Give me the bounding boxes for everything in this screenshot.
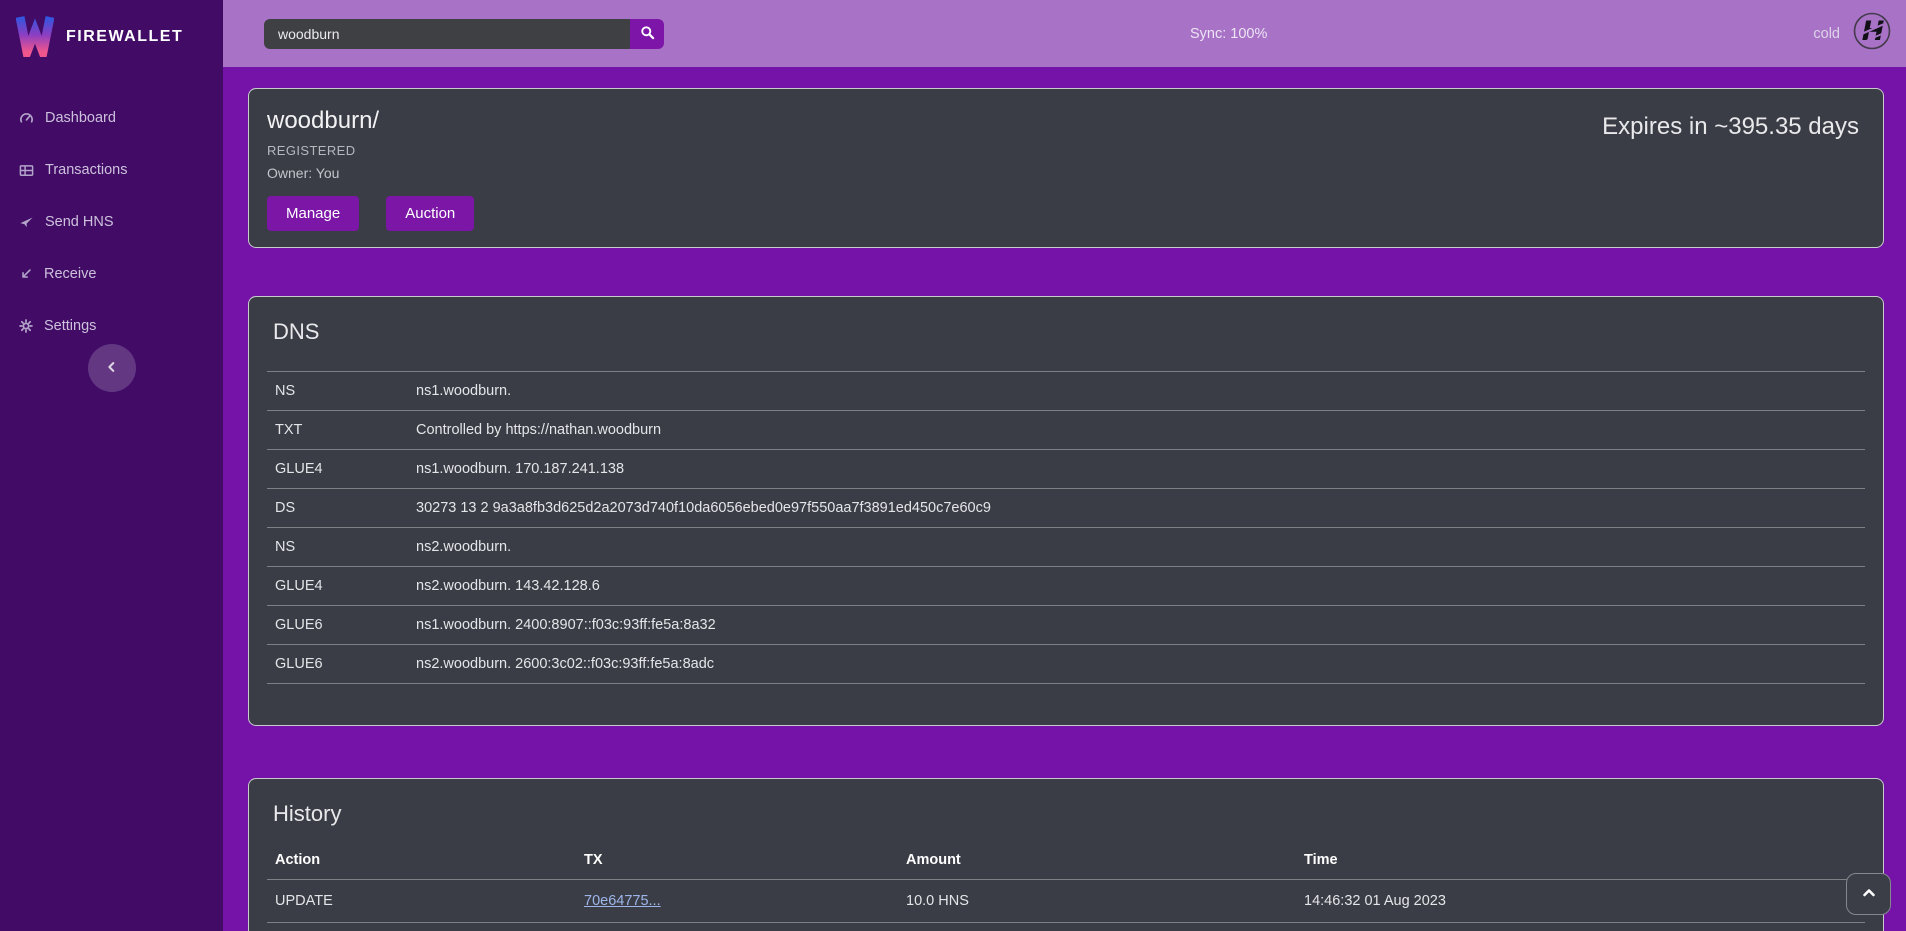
transactions-table-icon bbox=[19, 163, 34, 178]
history-col-time: Time bbox=[1296, 841, 1865, 880]
dns-record-value: ns1.woodburn. 170.187.241.138 bbox=[408, 450, 1865, 489]
sidebar-item-send-hns[interactable]: Send HNS bbox=[0, 196, 223, 248]
sidebar-item-dashboard[interactable]: Dashboard bbox=[0, 92, 223, 144]
brand-name: FIREWALLET bbox=[66, 28, 183, 46]
manage-button[interactable]: Manage bbox=[267, 196, 359, 231]
sidebar: FIREWALLET Dashboard Transactions Send H… bbox=[0, 0, 223, 931]
dns-record-type: NS bbox=[267, 528, 408, 567]
search-input[interactable] bbox=[264, 19, 630, 49]
dns-record-type: GLUE6 bbox=[267, 606, 408, 645]
dns-record-row: NS ns2.woodburn. bbox=[267, 528, 1865, 567]
sidebar-item-transactions[interactable]: Transactions bbox=[0, 144, 223, 196]
dns-records-table: NS ns1.woodburn. TXT Controlled by https… bbox=[267, 371, 1865, 684]
history-col-amount: Amount bbox=[898, 841, 1296, 880]
dns-record-row: TXT Controlled by https://nathan.woodbur… bbox=[267, 411, 1865, 450]
history-card-title: History bbox=[273, 801, 1865, 827]
dns-record-row: GLUE4 ns1.woodburn. 170.187.241.138 bbox=[267, 450, 1865, 489]
sidebar-item-label: Settings bbox=[44, 318, 96, 334]
dns-record-row: GLUE4 ns2.woodburn. 143.42.128.6 bbox=[267, 567, 1865, 606]
sync-status: Sync: 100% bbox=[1190, 26, 1267, 42]
dns-record-value: ns1.woodburn. bbox=[408, 372, 1865, 411]
history-col-tx: TX bbox=[576, 841, 898, 880]
topbar: Sync: 100% cold H bbox=[223, 0, 1906, 67]
sidebar-collapse-button[interactable] bbox=[88, 344, 136, 392]
dns-record-value: ns2.woodburn. 2600:3c02::f03c:93ff:fe5a:… bbox=[408, 645, 1865, 684]
brand: FIREWALLET bbox=[0, 0, 223, 64]
history-amount: 10.0 HNS bbox=[898, 880, 1296, 923]
gear-icon bbox=[19, 319, 33, 333]
history-header-row: Action TX Amount Time bbox=[267, 841, 1865, 880]
domain-expiry: Expires in ~395.35 days bbox=[1602, 113, 1859, 229]
domain-title: woodburn/ bbox=[267, 107, 474, 135]
history-time: 15:47:33 07 Feb 2023 bbox=[1296, 923, 1865, 931]
dns-record-value: ns2.woodburn. bbox=[408, 528, 1865, 567]
search-icon bbox=[640, 25, 655, 43]
firewallet-logo-icon bbox=[16, 12, 54, 62]
history-card: History Action TX Amount Time UPDATE 70e… bbox=[248, 778, 1884, 931]
domain-owner: Owner: You bbox=[267, 165, 474, 181]
search-bar bbox=[264, 19, 664, 49]
chevron-up-icon bbox=[1861, 885, 1877, 904]
history-time: 14:46:32 01 Aug 2023 bbox=[1296, 880, 1865, 923]
scroll-to-top-button[interactable] bbox=[1846, 873, 1891, 915]
auction-button[interactable]: Auction bbox=[386, 196, 474, 231]
wallet-mode-label: cold bbox=[1813, 26, 1840, 42]
sidebar-nav: Dashboard Transactions Send HNS Receive … bbox=[0, 92, 223, 352]
dns-record-value: ns2.woodburn. 143.42.128.6 bbox=[408, 567, 1865, 606]
dns-record-type: TXT bbox=[267, 411, 408, 450]
history-row: UPDATE 70e64775... 10.0 HNS 14:46:32 01 … bbox=[267, 880, 1865, 923]
dns-record-row: DS 30273 13 2 9a3a8fb3d625d2a2073d740f10… bbox=[267, 489, 1865, 528]
history-col-action: Action bbox=[267, 841, 576, 880]
dns-record-row: GLUE6 ns2.woodburn. 2600:3c02::f03c:93ff… bbox=[267, 645, 1865, 684]
handshake-logo-icon[interactable]: H bbox=[1853, 12, 1891, 55]
history-amount: 10.0 HNS bbox=[898, 923, 1296, 931]
search-button[interactable] bbox=[630, 19, 664, 49]
history-action: RENEW bbox=[267, 923, 576, 931]
dns-record-row: GLUE6 ns1.woodburn. 2400:8907::f03c:93ff… bbox=[267, 606, 1865, 645]
dns-record-value: ns1.woodburn. 2400:8907::f03c:93ff:fe5a:… bbox=[408, 606, 1865, 645]
dns-record-value: Controlled by https://nathan.woodburn bbox=[408, 411, 1865, 450]
dns-card: DNS NS ns1.woodburn. TXT Controlled by h… bbox=[248, 296, 1884, 726]
domain-card: woodburn/ REGISTERED Owner: You Manage A… bbox=[248, 88, 1884, 248]
sidebar-item-label: Send HNS bbox=[45, 214, 114, 230]
dns-record-type: NS bbox=[267, 372, 408, 411]
dns-record-value: 30273 13 2 9a3a8fb3d625d2a2073d740f10da6… bbox=[408, 489, 1865, 528]
send-plane-icon bbox=[19, 215, 34, 230]
sidebar-item-receive[interactable]: Receive bbox=[0, 248, 223, 300]
dashboard-gauge-icon bbox=[19, 111, 34, 126]
domain-status-badge: REGISTERED bbox=[267, 143, 474, 158]
history-row: RENEW d72e3c6... 10.0 HNS 15:47:33 07 Fe… bbox=[267, 923, 1865, 931]
sidebar-item-label: Receive bbox=[44, 266, 96, 282]
dns-card-title: DNS bbox=[273, 319, 1865, 345]
history-table: Action TX Amount Time UPDATE 70e64775...… bbox=[267, 841, 1865, 931]
sidebar-item-label: Transactions bbox=[45, 162, 127, 178]
dns-record-type: DS bbox=[267, 489, 408, 528]
history-action: UPDATE bbox=[267, 880, 576, 923]
dns-record-type: GLUE6 bbox=[267, 645, 408, 684]
sidebar-item-label: Dashboard bbox=[45, 110, 116, 126]
tx-link[interactable]: 70e64775... bbox=[584, 893, 661, 909]
dns-record-type: GLUE4 bbox=[267, 567, 408, 606]
dns-record-type: GLUE4 bbox=[267, 450, 408, 489]
receive-arrow-icon bbox=[19, 267, 33, 281]
chevron-left-icon bbox=[105, 360, 119, 377]
dns-record-row: NS ns1.woodburn. bbox=[267, 372, 1865, 411]
